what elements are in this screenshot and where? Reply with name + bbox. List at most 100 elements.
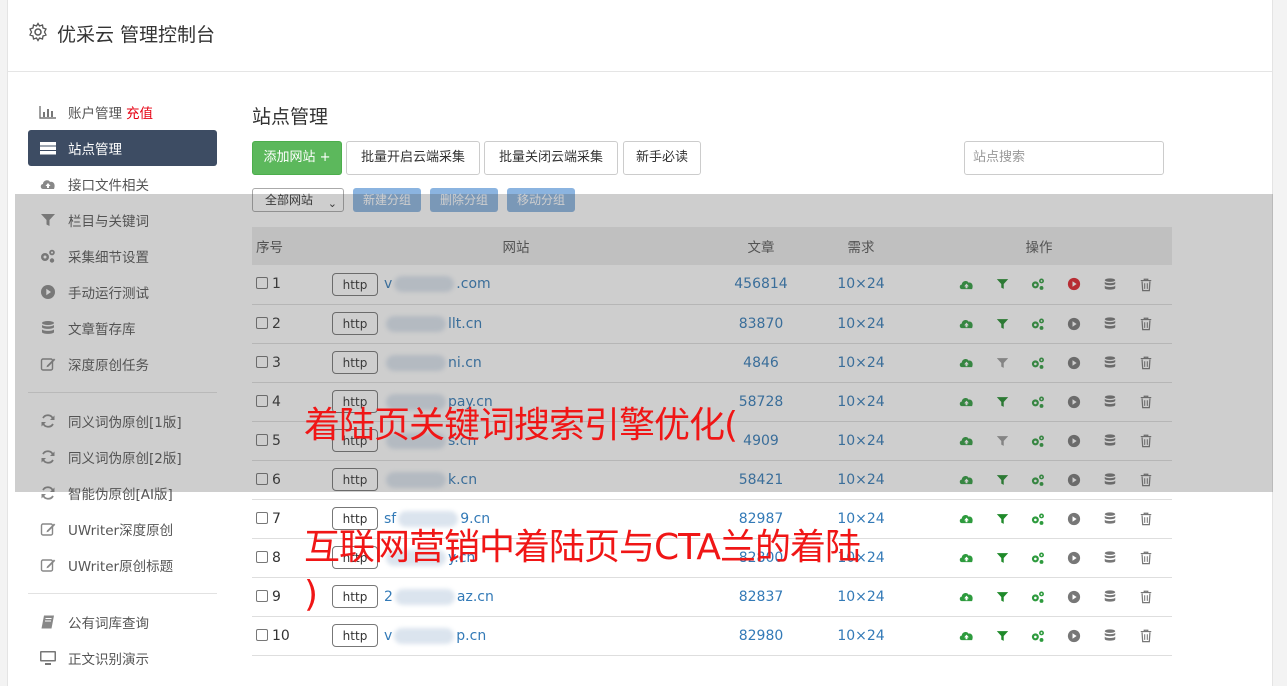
database-icon[interactable] xyxy=(1092,393,1128,411)
sidebar-item-a2[interactable]: 接口文件相关 xyxy=(28,166,217,202)
row-checkbox[interactable] xyxy=(256,316,268,329)
article-count[interactable]: 456814 xyxy=(706,265,816,304)
sidebar-item-b3[interactable]: UWriter深度原创 xyxy=(28,511,217,547)
protocol-badge[interactable]: http xyxy=(332,312,378,335)
filter-icon[interactable] xyxy=(984,432,1020,450)
sidebar-item-a4[interactable]: 采集细节设置 xyxy=(28,238,217,274)
requirement[interactable]: 10×24 xyxy=(816,421,906,460)
site-link[interactable]: llt.cn xyxy=(384,315,482,332)
sidebar-item-a6[interactable]: 文章暂存库 xyxy=(28,310,217,346)
article-count[interactable]: 82837 xyxy=(706,577,816,616)
cloud-upload-icon[interactable] xyxy=(948,354,984,372)
delete-group-button[interactable]: 删除分组 xyxy=(430,188,498,212)
requirement[interactable]: 10×24 xyxy=(816,616,906,655)
gears-icon[interactable] xyxy=(1020,510,1056,528)
protocol-badge[interactable]: http xyxy=(332,468,378,491)
trash-icon[interactable] xyxy=(1128,471,1164,489)
play-circle-icon[interactable] xyxy=(1056,510,1092,528)
sidebar-item-b1[interactable]: 同义词伪原创[2版] xyxy=(28,439,217,475)
batch-open-button[interactable]: 批量开启云端采集 xyxy=(346,141,480,175)
gears-icon[interactable] xyxy=(1020,275,1056,293)
row-checkbox[interactable] xyxy=(256,472,268,485)
sidebar-item-a0[interactable]: 账户管理 充值 xyxy=(28,94,217,130)
row-checkbox[interactable] xyxy=(256,550,268,563)
requirement[interactable]: 10×24 xyxy=(816,304,906,343)
gears-icon[interactable] xyxy=(1020,588,1056,606)
trash-icon[interactable] xyxy=(1128,588,1164,606)
gears-icon[interactable] xyxy=(1020,549,1056,567)
gears-icon[interactable] xyxy=(1020,315,1056,333)
filter-icon[interactable] xyxy=(984,354,1020,372)
database-icon[interactable] xyxy=(1092,471,1128,489)
cloud-upload-icon[interactable] xyxy=(948,315,984,333)
sidebar-item-a7[interactable]: 深度原创任务 xyxy=(28,346,217,382)
gears-icon[interactable] xyxy=(1020,471,1056,489)
article-count[interactable]: 58421 xyxy=(706,460,816,499)
requirement[interactable]: 10×24 xyxy=(816,577,906,616)
trash-icon[interactable] xyxy=(1128,275,1164,293)
article-count[interactable]: 4846 xyxy=(706,343,816,382)
site-link[interactable]: v p.cn xyxy=(384,627,486,644)
cloud-upload-icon[interactable] xyxy=(948,432,984,450)
requirement[interactable]: 10×24 xyxy=(816,382,906,421)
trash-icon[interactable] xyxy=(1128,393,1164,411)
requirement[interactable]: 10×24 xyxy=(816,460,906,499)
filter-icon[interactable] xyxy=(984,627,1020,645)
add-site-button[interactable]: 添加网站 + xyxy=(252,141,342,175)
protocol-badge[interactable]: http xyxy=(332,585,378,608)
play-circle-icon[interactable] xyxy=(1056,549,1092,567)
trash-icon[interactable] xyxy=(1128,627,1164,645)
move-group-button[interactable]: 移动分组 xyxy=(507,188,575,212)
site-link[interactable]: 2 az.cn xyxy=(384,588,494,605)
row-checkbox[interactable] xyxy=(256,394,268,407)
play-circle-icon[interactable] xyxy=(1056,275,1092,293)
cloud-upload-icon[interactable] xyxy=(948,627,984,645)
requirement[interactable]: 10×24 xyxy=(816,265,906,304)
newbie-guide-button[interactable]: 新手必读 xyxy=(623,141,701,175)
play-circle-icon[interactable] xyxy=(1056,354,1092,372)
trash-icon[interactable] xyxy=(1128,510,1164,528)
gears-icon[interactable] xyxy=(1020,354,1056,372)
database-icon[interactable] xyxy=(1092,432,1128,450)
site-link[interactable]: v .com xyxy=(384,276,491,293)
filter-icon[interactable] xyxy=(984,588,1020,606)
batch-close-button[interactable]: 批量关闭云端采集 xyxy=(484,141,618,175)
filter-icon[interactable] xyxy=(984,549,1020,567)
site-filter-select[interactable]: 全部网站 ⌄ xyxy=(252,188,344,212)
play-circle-icon[interactable] xyxy=(1056,588,1092,606)
cloud-upload-icon[interactable] xyxy=(948,510,984,528)
sidebar-item-c0[interactable]: 公有词库查询 xyxy=(28,604,217,640)
trash-icon[interactable] xyxy=(1128,354,1164,372)
play-circle-icon[interactable] xyxy=(1056,627,1092,645)
trash-icon[interactable] xyxy=(1128,432,1164,450)
protocol-badge[interactable]: http xyxy=(332,624,378,647)
sidebar-item-b4[interactable]: UWriter原创标题 xyxy=(28,547,217,583)
gears-icon[interactable] xyxy=(1020,393,1056,411)
database-icon[interactable] xyxy=(1092,549,1128,567)
play-circle-icon[interactable] xyxy=(1056,471,1092,489)
play-circle-icon[interactable] xyxy=(1056,393,1092,411)
trash-icon[interactable] xyxy=(1128,549,1164,567)
row-checkbox[interactable] xyxy=(256,511,268,524)
filter-icon[interactable] xyxy=(984,510,1020,528)
cloud-upload-icon[interactable] xyxy=(948,588,984,606)
row-checkbox[interactable] xyxy=(256,277,268,290)
filter-icon[interactable] xyxy=(984,471,1020,489)
filter-icon[interactable] xyxy=(984,393,1020,411)
requirement[interactable]: 10×24 xyxy=(816,343,906,382)
filter-icon[interactable] xyxy=(984,275,1020,293)
sidebar-item-a3[interactable]: 栏目与关键词 xyxy=(28,202,217,238)
play-circle-icon[interactable] xyxy=(1056,432,1092,450)
gears-icon[interactable] xyxy=(1020,627,1056,645)
new-group-button[interactable]: 新建分组 xyxy=(353,188,421,212)
site-link[interactable]: k.cn xyxy=(384,471,477,488)
database-icon[interactable] xyxy=(1092,588,1128,606)
play-circle-icon[interactable] xyxy=(1056,315,1092,333)
recharge-link[interactable]: 充值 xyxy=(126,102,153,122)
sidebar-item-c1[interactable]: 正文识别演示 xyxy=(28,640,217,676)
row-checkbox[interactable] xyxy=(256,589,268,602)
database-icon[interactable] xyxy=(1092,510,1128,528)
protocol-badge[interactable]: http xyxy=(332,272,378,296)
row-checkbox[interactable] xyxy=(256,433,268,446)
gears-icon[interactable] xyxy=(1020,432,1056,450)
